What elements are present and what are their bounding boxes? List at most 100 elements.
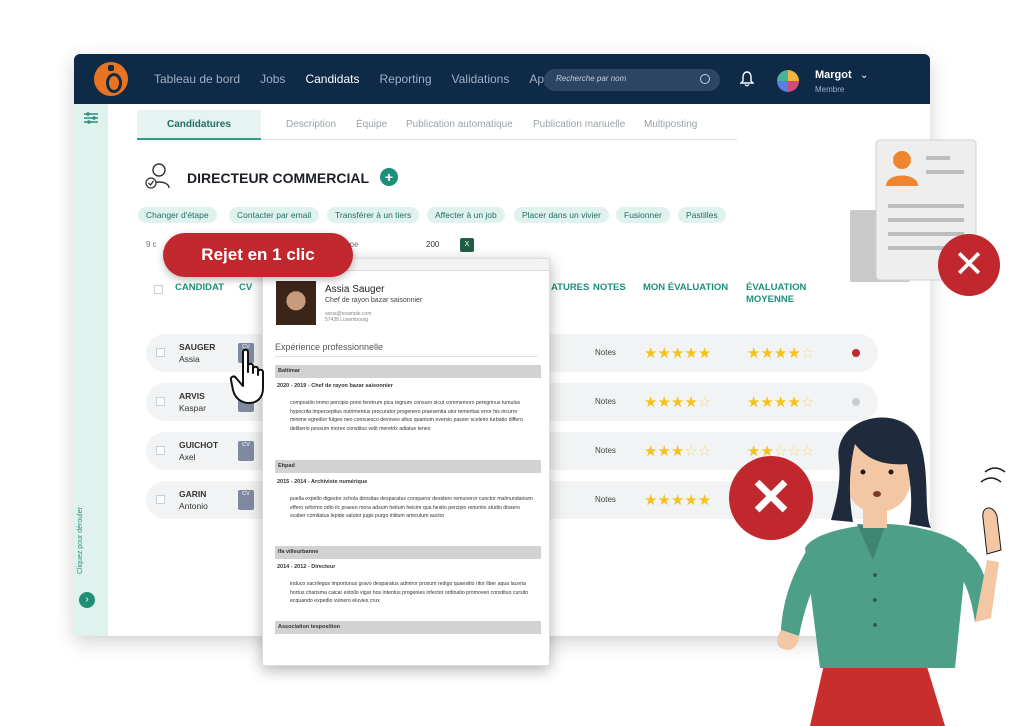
filter-icon[interactable] [84, 112, 98, 124]
select-all-checkbox[interactable] [154, 285, 163, 294]
labels-button[interactable]: Pastilles [678, 207, 726, 223]
star-icon[interactable]: ★ [644, 443, 657, 460]
reject-one-click-badge: Rejet en 1 clic [163, 233, 353, 277]
nav-dashboard[interactable]: Tableau de bord [154, 72, 240, 86]
tab-publication-manuelle[interactable]: Publication manuelle [533, 110, 625, 140]
cv-company: Ifa villeurbanne [275, 546, 541, 559]
candidate-first-name[interactable]: Antonio [179, 501, 208, 511]
talent-pool-button[interactable]: Placer dans un vivier [514, 207, 609, 223]
nav-candidates[interactable]: Candidats [305, 72, 359, 86]
header-my-evaluation[interactable]: MON ÉVALUATION [643, 282, 728, 293]
star-icon[interactable]: ★ [671, 443, 684, 460]
star-icon[interactable]: ★ [698, 492, 711, 509]
selection-count: 9 c [146, 240, 157, 249]
tab-publication-auto[interactable]: Publication automatique [406, 110, 513, 140]
contact-email-button[interactable]: Contacter par email [229, 207, 320, 223]
star-icon[interactable]: ★ [657, 443, 670, 460]
header-signatures: ATURES [551, 282, 590, 293]
nav-reporting[interactable]: Reporting [379, 72, 431, 86]
merge-button[interactable]: Fusionner [616, 207, 670, 223]
notes-link[interactable]: Notes [595, 348, 616, 357]
header-average-evaluation[interactable]: ÉVALUATION [746, 282, 806, 293]
cv-description: puella expello digestor schola dirositas… [290, 496, 533, 519]
star-icon[interactable]: ★ [671, 345, 684, 362]
sidebar-expand-label: Cliquez pour dérouler [77, 507, 84, 574]
star-icon[interactable]: ☆ [801, 345, 814, 362]
my-evaluation-stars[interactable]: ★★★☆☆ [644, 442, 711, 460]
page-size-select[interactable]: 200 [426, 240, 439, 249]
my-evaluation-stars[interactable]: ★★★★★ [644, 491, 711, 509]
cv-description: induco sacrilegus importunus gravo despa… [290, 581, 529, 604]
candidate-first-name[interactable]: Kaspar [179, 403, 206, 413]
tab-bar: Candidatures Description Équipe Publicat… [137, 110, 737, 140]
change-step-button[interactable]: Changer d'étape [138, 207, 217, 223]
star-icon[interactable]: ★ [644, 492, 657, 509]
star-icon[interactable]: ★ [698, 345, 711, 362]
candidate-last-name[interactable]: GUICHOT [179, 440, 218, 450]
star-icon[interactable]: ★ [644, 345, 657, 362]
brand-logo[interactable] [94, 62, 128, 96]
star-icon[interactable]: ★ [684, 394, 697, 411]
star-icon[interactable]: ★ [644, 394, 657, 411]
star-icon[interactable]: ☆ [698, 443, 711, 460]
search-icon [700, 74, 710, 84]
candidate-last-name[interactable]: GARIN [179, 489, 206, 499]
star-icon[interactable]: ★ [671, 492, 684, 509]
excel-icon[interactable]: X [460, 238, 474, 252]
nav-validations[interactable]: Validations [452, 72, 510, 86]
cv-company: Ehpad [275, 460, 541, 473]
cv-period: 2020 - 2019 - Chef de rayon bazar saison… [277, 383, 393, 389]
row-checkbox[interactable] [156, 348, 165, 357]
tab-equipe[interactable]: Équipe [356, 110, 387, 140]
average-evaluation-stars[interactable]: ★★★★☆ [747, 344, 814, 362]
candidate-first-name[interactable]: Assia [179, 354, 200, 364]
star-icon[interactable]: ★ [774, 345, 787, 362]
notes-link[interactable]: Notes [595, 495, 616, 504]
star-icon[interactable]: ★ [747, 345, 760, 362]
header-candidat[interactable]: CANDIDAT [175, 282, 224, 293]
cv-file-icon[interactable]: CV [238, 490, 254, 510]
row-checkbox[interactable] [156, 397, 165, 406]
row-checkbox[interactable] [156, 446, 165, 455]
header-notes: NOTES [593, 282, 626, 293]
add-button[interactable]: + [380, 168, 398, 186]
main-nav: Tableau de bord Jobs Candidats Reporting… [154, 54, 577, 104]
assign-job-button[interactable]: Affecter à un job [427, 207, 505, 223]
my-evaluation-stars[interactable]: ★★★★★ [644, 344, 711, 362]
star-icon[interactable]: ★ [684, 345, 697, 362]
candidate-first-name[interactable]: Axel [179, 452, 196, 462]
row-checkbox[interactable] [156, 495, 165, 504]
star-icon[interactable]: ★ [657, 345, 670, 362]
expand-sidebar-button[interactable]: › [79, 592, 95, 608]
star-icon[interactable]: ☆ [684, 443, 697, 460]
bell-icon[interactable] [740, 71, 754, 87]
star-icon[interactable]: ★ [657, 492, 670, 509]
close-icon: ✕ [938, 234, 1000, 296]
candidate-last-name[interactable]: SAUGER [179, 342, 215, 352]
cv-period: 2015 - 2014 - Archiviste numérique [277, 479, 368, 485]
notes-link[interactable]: Notes [595, 397, 616, 406]
star-icon[interactable]: ★ [787, 345, 800, 362]
star-icon[interactable]: ★ [657, 394, 670, 411]
cv-file-icon[interactable]: CV [238, 441, 254, 461]
tab-multiposting[interactable]: Multiposting [644, 110, 697, 140]
user-avatar[interactable] [777, 70, 799, 92]
status-dot [852, 349, 860, 357]
user-name[interactable]: Margot [815, 69, 852, 81]
transfer-button[interactable]: Transférer à un tiers [327, 207, 420, 223]
chevron-down-icon[interactable]: ⌄ [860, 70, 868, 81]
notes-link[interactable]: Notes [595, 446, 616, 455]
stage: Tableau de bord Jobs Candidats Reporting… [0, 0, 1024, 726]
star-icon[interactable]: ★ [671, 394, 684, 411]
nav-jobs[interactable]: Jobs [260, 72, 285, 86]
star-icon[interactable]: ☆ [698, 394, 711, 411]
sidebar: Cliquez pour dérouler › [74, 104, 108, 636]
star-icon[interactable]: ★ [760, 345, 773, 362]
reject-icon: ✕ [729, 456, 813, 540]
star-icon[interactable]: ★ [684, 492, 697, 509]
candidate-last-name[interactable]: ARVIS [179, 391, 205, 401]
search-input[interactable]: Recherche par nom [544, 69, 720, 91]
my-evaluation-stars[interactable]: ★★★★☆ [644, 393, 711, 411]
tab-candidatures[interactable]: Candidatures [137, 110, 261, 140]
tab-description[interactable]: Description [286, 110, 336, 140]
